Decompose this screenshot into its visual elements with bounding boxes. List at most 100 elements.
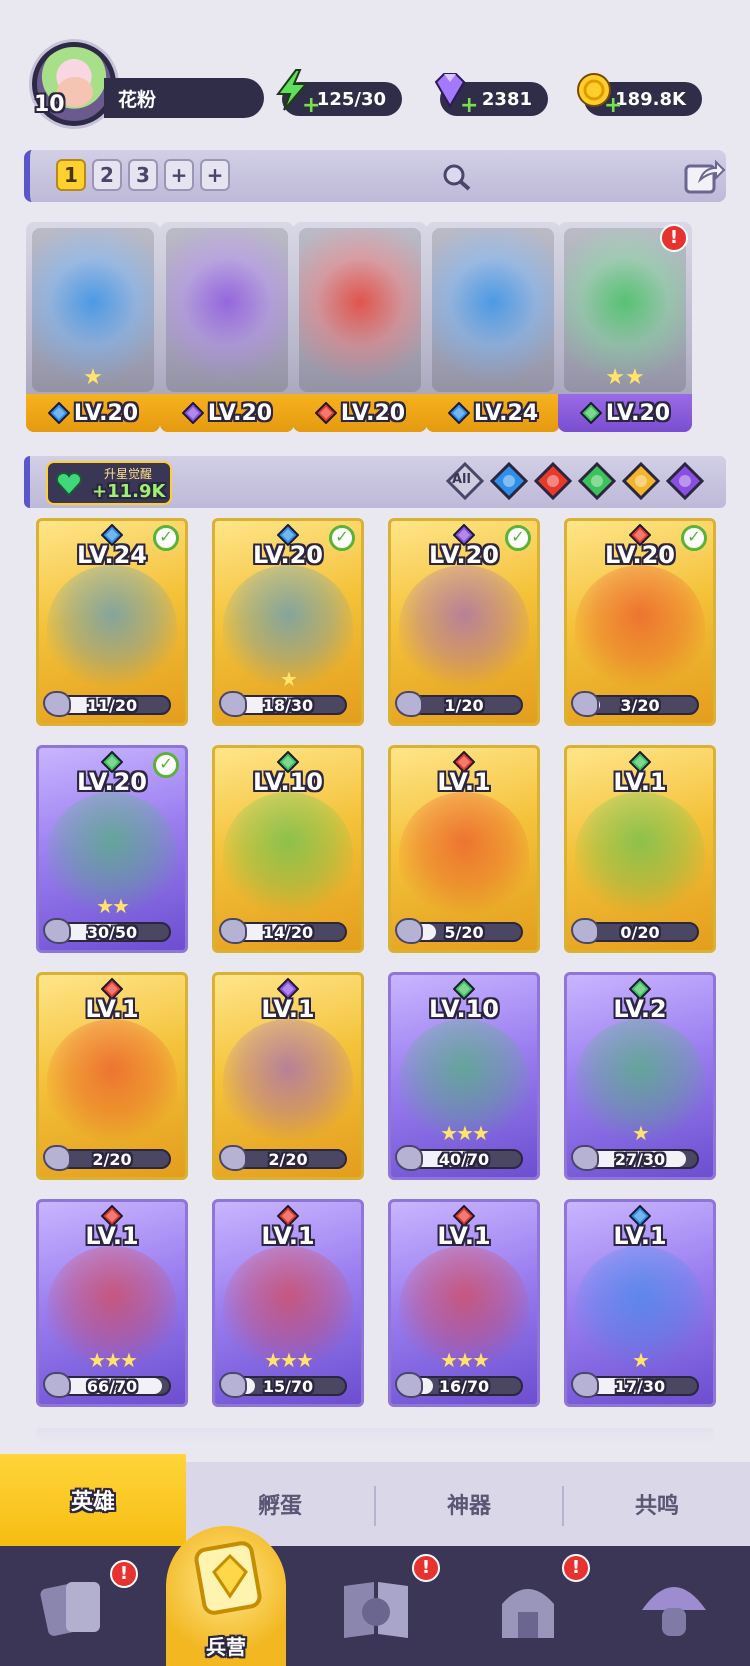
- hero-card[interactable]: LV.1 ★ 17/30: [564, 1199, 716, 1407]
- hero-level: LV.1: [613, 768, 667, 796]
- map-book-icon[interactable]: [336, 1568, 416, 1648]
- barracks-tab[interactable]: 兵营: [166, 1526, 286, 1666]
- energy-counter[interactable]: + 125/30: [276, 69, 402, 117]
- gems-plus-icon[interactable]: +: [460, 95, 478, 117]
- shard-icon: [43, 1372, 71, 1398]
- star-rating: ★★★: [264, 1348, 314, 1372]
- team-slot[interactable]: LV.24: [426, 222, 560, 432]
- shard-progress-text: 16/70: [438, 1377, 490, 1396]
- subtab-artifact[interactable]: 神器: [376, 1462, 562, 1546]
- search-zoom-icon[interactable]: [440, 162, 474, 192]
- team-slot[interactable]: ★ LV.20: [26, 222, 160, 432]
- gems-counter[interactable]: + 2381: [434, 73, 548, 117]
- filter-dark-button[interactable]: [665, 461, 705, 501]
- shard-progress-text: 2/20: [268, 1150, 308, 1169]
- slot-level: LV.20: [73, 400, 139, 426]
- hero-level: LV.20: [605, 541, 675, 569]
- hero-card[interactable]: LV.1 ★★★ 15/70: [212, 1199, 364, 1407]
- gold-plus-icon[interactable]: +: [604, 95, 622, 117]
- hero-card[interactable]: ✓ LV.20 ★ 18/30: [212, 518, 364, 726]
- team-tab-add-2[interactable]: +: [200, 159, 230, 191]
- player-name: 花粉: [118, 88, 157, 111]
- awaken-button[interactable]: 升星觉醒 +11.9K: [46, 461, 172, 505]
- shard-icon: [571, 691, 599, 717]
- share-icon[interactable]: [682, 156, 726, 196]
- hero-card[interactable]: ✓ LV.24 11/20: [36, 518, 188, 726]
- shard-progress-text: 14/20: [262, 923, 314, 942]
- hero-level: LV.10: [429, 995, 499, 1023]
- slot-level-bar: LV.20: [558, 394, 692, 432]
- shard-progress-text: 2/20: [92, 1150, 132, 1169]
- shard-progress-text: 3/20: [620, 696, 660, 715]
- filter-all-button[interactable]: All: [445, 461, 485, 501]
- filter-fire-button[interactable]: [533, 461, 573, 501]
- barracks-icon: [194, 1541, 262, 1615]
- hero-level: LV.1: [437, 1222, 491, 1250]
- cards-icon[interactable]: [34, 1568, 114, 1648]
- hero-card[interactable]: ✓ LV.20 3/20: [564, 518, 716, 726]
- shard-icon: [395, 918, 423, 944]
- team-selector-bar: 1 2 3 + +: [24, 150, 726, 202]
- water-element-icon: [447, 401, 471, 425]
- awaken-label: 升星觉醒: [104, 467, 153, 481]
- shard-progress-text: 0/20: [620, 923, 660, 942]
- team-tab-2[interactable]: 2: [92, 159, 122, 191]
- filter-light-button[interactable]: [621, 461, 661, 501]
- hero-card[interactable]: LV.1 5/20: [388, 745, 540, 953]
- hero-level: LV.1: [261, 995, 315, 1023]
- hero-level: LV.1: [437, 768, 491, 796]
- hero-card[interactable]: LV.10 ★★★ 40/70: [388, 972, 540, 1180]
- hero-card[interactable]: LV.2 ★ 27/30: [564, 972, 716, 1180]
- awaken-value: +11.9K: [92, 481, 166, 502]
- shard-progress-text: 18/30: [262, 696, 314, 715]
- gems-value: 2381: [481, 88, 532, 110]
- hero-card[interactable]: LV.10 14/20: [212, 745, 364, 953]
- hero-card[interactable]: LV.1 2/20: [36, 972, 188, 1180]
- shard-icon: [219, 691, 247, 717]
- shard-icon: [43, 1145, 71, 1171]
- filter-wind-button[interactable]: [577, 461, 617, 501]
- star-rating: ★: [280, 667, 298, 691]
- fire-filter-icon: [533, 461, 573, 501]
- shard-icon: [395, 1372, 423, 1398]
- team-slot[interactable]: LV.20: [160, 222, 294, 432]
- shard-icon: [43, 691, 71, 717]
- mushroom-icon[interactable]: [634, 1568, 714, 1648]
- energy-plus-icon[interactable]: +: [302, 95, 320, 117]
- hero-portrait: [575, 792, 705, 916]
- player-name-bar[interactable]: 花粉: [104, 78, 264, 118]
- shard-icon: [571, 918, 599, 944]
- team-tab-add-1[interactable]: +: [164, 159, 194, 191]
- shard-progress-text: 17/30: [614, 1377, 666, 1396]
- team-tab-3[interactable]: 3: [128, 159, 158, 191]
- hero-level: LV.1: [261, 1222, 315, 1250]
- dark-filter-icon: [665, 461, 705, 501]
- hero-card[interactable]: LV.1 ★★★ 66/70: [36, 1199, 188, 1407]
- subtab-resonance[interactable]: 共鸣: [564, 1462, 750, 1546]
- filter-water-button[interactable]: [489, 461, 529, 501]
- hero-card[interactable]: LV.1 0/20: [564, 745, 716, 953]
- shard-icon: [571, 1372, 599, 1398]
- temple-icon[interactable]: [488, 1568, 568, 1648]
- gold-counter[interactable]: + 189.8K: [577, 73, 702, 117]
- subtab-heroes[interactable]: 英雄: [0, 1454, 186, 1546]
- star-rating: ★: [632, 1121, 650, 1145]
- star-rating: ★★: [605, 365, 645, 390]
- hero-card[interactable]: ✓ LV.20 1/20: [388, 518, 540, 726]
- team-slot[interactable]: LV.20: [293, 222, 427, 432]
- shard-icon: [395, 691, 423, 717]
- hero-level: LV.24: [77, 541, 147, 569]
- star-rating: ★★★: [440, 1121, 490, 1145]
- team-slot[interactable]: ★★ LV.20!: [558, 222, 692, 432]
- slot-level-bar: LV.20: [160, 394, 294, 432]
- light-filter-icon: [621, 461, 661, 501]
- water-filter-icon: [489, 461, 529, 501]
- hero-card[interactable]: ✓ LV.20 ★★ 30/50: [36, 745, 188, 953]
- star-rating: ★★★: [440, 1348, 490, 1372]
- team-tab-1[interactable]: 1: [56, 159, 86, 191]
- hero-card[interactable]: LV.1 ★★★ 16/70: [388, 1199, 540, 1407]
- hero-level: LV.1: [85, 1222, 139, 1250]
- hero-card[interactable]: LV.1 2/20: [212, 972, 364, 1180]
- hero-portrait: [575, 565, 705, 689]
- hero-level: LV.2: [613, 995, 667, 1023]
